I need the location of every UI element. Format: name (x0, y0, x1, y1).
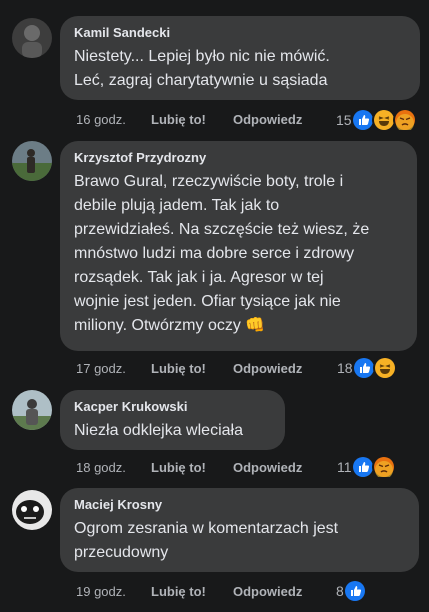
angry-icon (392, 108, 417, 132)
haha-icon (371, 108, 396, 132)
reaction-summary[interactable]: 18 (337, 356, 397, 380)
comment-time[interactable]: 18 godz. (76, 460, 126, 476)
like-button[interactable]: Lubię to! (151, 460, 206, 476)
reaction-count: 11 (337, 459, 352, 475)
reply-button[interactable]: Odpowiedz (233, 361, 302, 377)
comment-time[interactable]: 19 godz. (76, 584, 126, 600)
reply-button[interactable]: Odpowiedz (233, 460, 302, 476)
comment-author[interactable]: Maciej Krosny (74, 496, 405, 513)
comment-bubble: Krzysztof Przydrozny Brawo Gural, rzeczy… (60, 141, 417, 351)
comment-text: Ogrom zesrania w komentarzach jest przec… (74, 520, 339, 561)
reaction-count: 18 (337, 360, 353, 376)
comment-bubble: Maciej Krosny Ogrom zesrania w komentarz… (60, 488, 419, 572)
comment-bubble: Kamil Sandecki Niestety... Lepiej było n… (60, 16, 420, 100)
reaction-summary[interactable]: 8 (336, 579, 367, 603)
reply-button[interactable]: Odpowiedz (233, 112, 302, 128)
comment-author[interactable]: Krzysztof Przydrozny (74, 149, 403, 166)
comment-author[interactable]: Kamil Sandecki (74, 24, 406, 41)
comment-text: Niestety... Lepiej było nic nie mówić. L… (74, 48, 330, 89)
avatar[interactable] (12, 18, 52, 58)
comment-text: Niezła odklejka wleciała (74, 422, 243, 439)
avatar[interactable] (12, 490, 52, 530)
comment-bubble: Kacper Krukowski Niezła odklejka wleciał… (60, 390, 285, 450)
like-icon (350, 108, 375, 132)
reply-button[interactable]: Odpowiedz (233, 584, 302, 600)
angry-icon (371, 455, 396, 479)
comment-time[interactable]: 16 godz. (76, 112, 126, 128)
like-button[interactable]: Lubię to! (151, 584, 206, 600)
like-icon (342, 579, 367, 603)
avatar[interactable] (12, 390, 52, 430)
comment-author[interactable]: Kacper Krukowski (74, 398, 271, 415)
like-button[interactable]: Lubię to! (151, 361, 206, 377)
haha-icon (372, 356, 397, 380)
fist-emoji: 👊 (245, 317, 266, 334)
avatar[interactable] (12, 141, 52, 181)
comment-time[interactable]: 17 godz. (76, 361, 126, 377)
like-button[interactable]: Lubię to! (151, 112, 206, 128)
like-icon (351, 356, 376, 380)
comment-text: Brawo Gural, rzeczywiście boty, trole i … (74, 173, 370, 334)
reaction-summary[interactable]: 11 (337, 455, 396, 479)
reaction-summary[interactable]: 15 (336, 108, 417, 132)
reaction-count: 15 (336, 112, 352, 128)
like-icon (350, 455, 375, 479)
